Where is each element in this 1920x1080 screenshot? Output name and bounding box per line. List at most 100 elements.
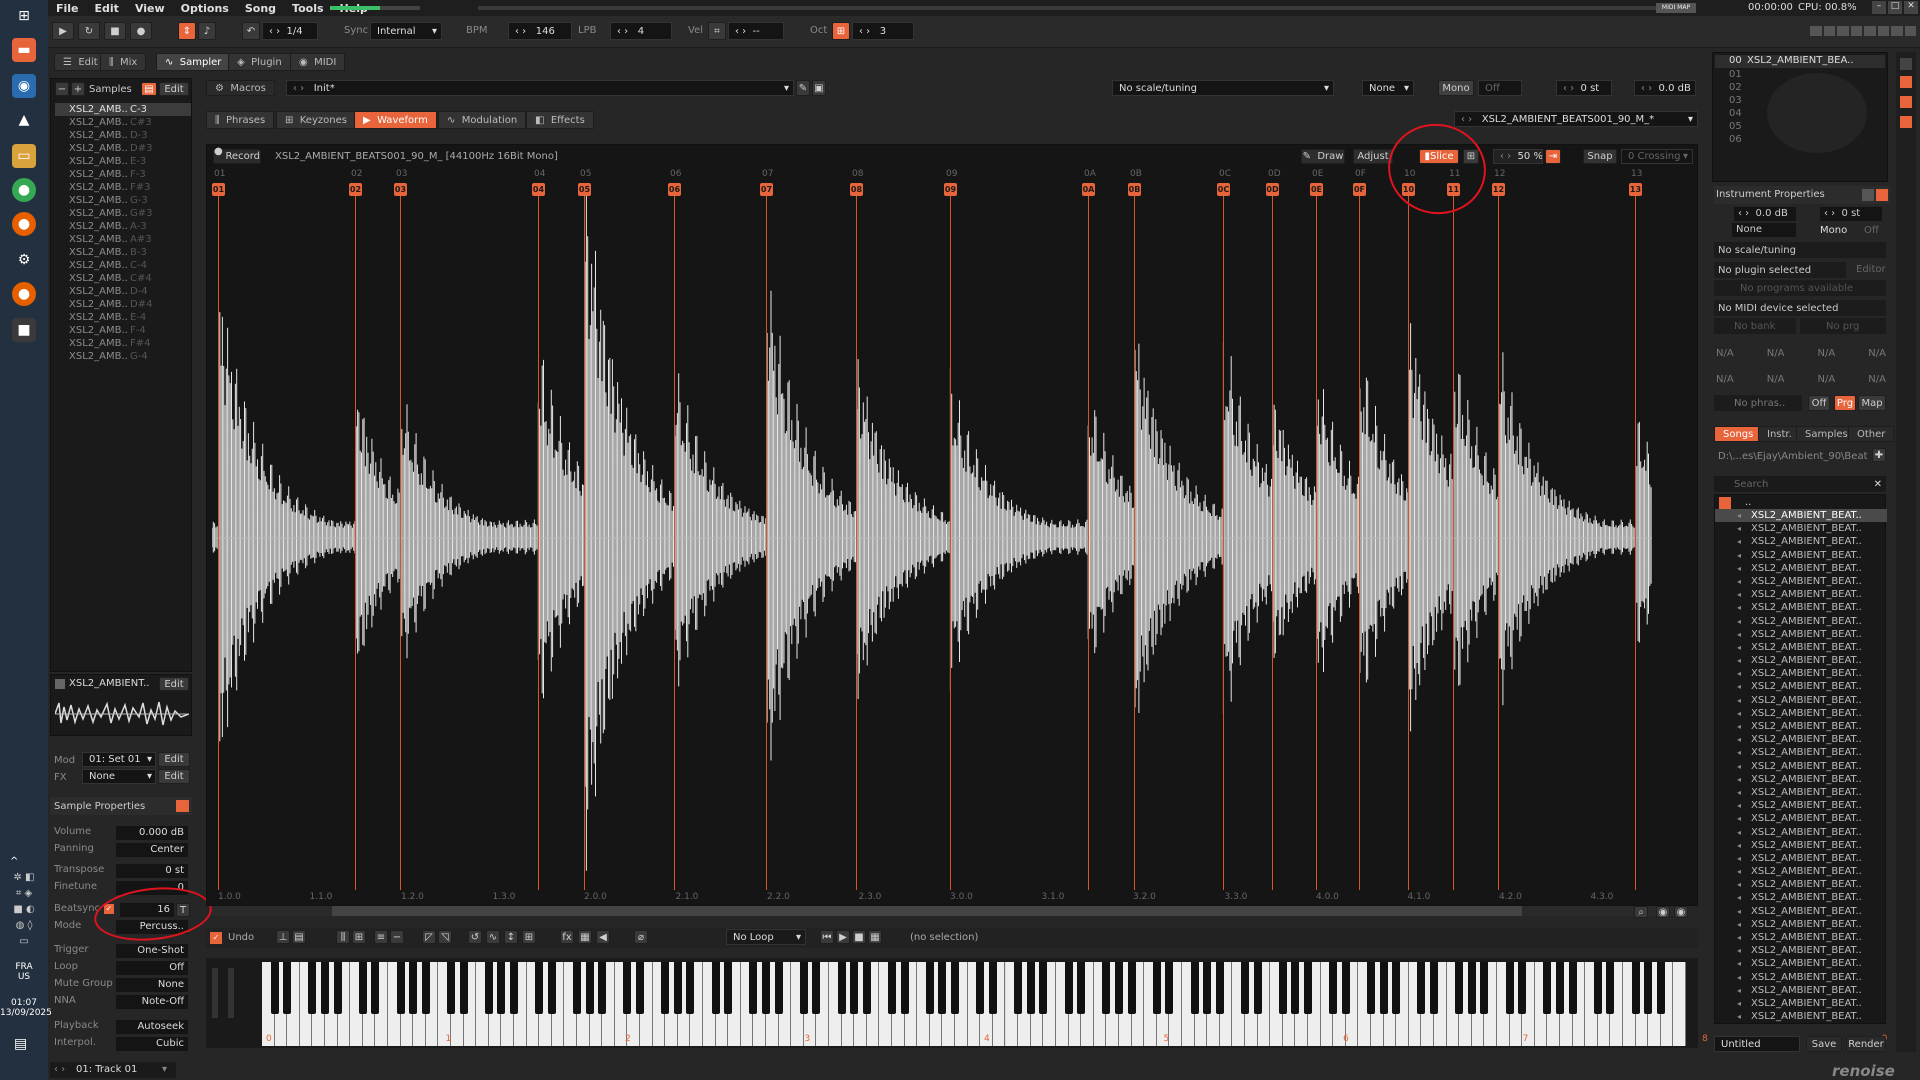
pattern-step-field[interactable]: ‹ › 1/4 <box>262 22 318 40</box>
play-sample-icon[interactable]: ▶ <box>836 930 850 944</box>
slice-line[interactable] <box>584 190 585 890</box>
waveform-scrollbar[interactable] <box>212 906 1686 916</box>
browser-file-item[interactable]: XSL2_AMBIENT_BEAT.. <box>1715 944 1887 957</box>
piano-black-key[interactable] <box>283 962 292 1014</box>
piano-black-key[interactable] <box>862 962 871 1014</box>
global-transpose-field[interactable]: ‹ › 0 st <box>1556 80 1612 96</box>
browser-file-item[interactable]: XSL2_AMBIENT_BEAT.. <box>1715 694 1887 707</box>
song-position-bar[interactable] <box>478 6 1688 10</box>
sample-list-item[interactable]: XSL2_AMB.. D-3 <box>55 129 191 142</box>
piano-black-key[interactable] <box>497 962 506 1014</box>
piano-black-key[interactable] <box>888 962 897 1014</box>
slice-marker[interactable]: 09 <box>944 183 957 196</box>
sample-prop-value[interactable]: None <box>116 978 188 992</box>
render-song-button[interactable]: Render <box>1846 1036 1886 1052</box>
stop-sample-icon[interactable]: ■ <box>852 930 866 944</box>
master-volume-slider[interactable] <box>330 6 420 10</box>
midi-program-select[interactable]: No prg <box>1800 318 1886 334</box>
piano-black-key[interactable] <box>333 962 342 1014</box>
menu-tools[interactable]: Tools <box>284 2 331 15</box>
tool-icon[interactable]: ≡ <box>374 930 388 944</box>
piano-black-key[interactable] <box>673 962 682 1014</box>
firefox-icon[interactable]: ● <box>12 212 36 236</box>
pitch-slider[interactable] <box>228 968 234 1018</box>
slice-line[interactable] <box>400 190 401 890</box>
browser-file-item[interactable]: XSL2_AMBIENT_BEAT.. <box>1715 1010 1887 1023</box>
piano-black-key[interactable] <box>1555 962 1564 1014</box>
piano-black-key[interactable] <box>661 962 670 1014</box>
tool-icon[interactable]: ↕ <box>504 930 518 944</box>
piano-black-key[interactable] <box>547 962 556 1014</box>
piano-black-key[interactable] <box>1392 962 1401 1014</box>
piano-black-key[interactable] <box>1203 962 1212 1014</box>
sample-list-item[interactable]: XSL2_AMB.. D-4 <box>55 285 191 298</box>
global-volume-field[interactable]: ‹ › 0.0 dB <box>1634 80 1696 96</box>
close-button[interactable]: ✕ <box>1904 1 1918 14</box>
adjust-button[interactable]: Adjust <box>1353 149 1393 164</box>
scale-key-select[interactable]: None ▾ <box>1362 80 1414 96</box>
mod-edit-button[interactable]: Edit <box>158 752 190 767</box>
sample-list-item[interactable]: XSL2_AMB.. F#4 <box>55 337 191 350</box>
settings-icon[interactable]: ⚙ <box>12 248 36 272</box>
samples-options-icon[interactable]: ▤ <box>141 82 157 96</box>
slice-marker[interactable]: 03 <box>394 183 407 196</box>
slice-line[interactable] <box>950 190 951 890</box>
macro-preset-select[interactable]: ‹ › Init* ▾ <box>286 80 794 96</box>
renoise-taskbar-icon[interactable]: ■ <box>12 318 36 342</box>
loop-mode-select[interactable]: No Loop ▾ <box>726 929 806 945</box>
zoom-icon[interactable]: ⌕ <box>1634 906 1648 918</box>
instrument-row[interactable]: 04 <box>1729 108 1742 121</box>
tab-effects[interactable]: ◧ Effects <box>526 111 594 129</box>
sample-list-item[interactable]: XSL2_AMB.. E-3 <box>55 155 191 168</box>
view-options2-icon[interactable]: ◉ <box>1674 906 1688 918</box>
midi-map-button[interactable]: MIDI MAP <box>1656 3 1696 13</box>
loop-sample-icon[interactable]: ▦ <box>868 930 882 944</box>
slice-line[interactable] <box>1498 190 1499 890</box>
sample-list-item[interactable]: XSL2_AMB.. E-4 <box>55 311 191 324</box>
browser-tab-other[interactable]: Other <box>1848 426 1895 442</box>
browser-file-item[interactable]: XSL2_AMBIENT_BEAT.. <box>1715 522 1887 535</box>
piano-black-key[interactable] <box>925 962 934 1014</box>
add-sample-button[interactable]: + <box>71 82 85 96</box>
sample-list-item[interactable]: XSL2_AMB.. F-3 <box>55 168 191 181</box>
piano-black-key[interactable] <box>1593 962 1602 1014</box>
instrument-row[interactable]: 03 <box>1729 95 1742 108</box>
slice-marker[interactable]: 0C <box>1217 183 1230 196</box>
piano-black-key[interactable] <box>988 962 997 1014</box>
piano-black-key[interactable] <box>1568 962 1577 1014</box>
browser-file-item[interactable]: XSL2_AMBIENT_BEAT.. <box>1715 733 1887 746</box>
tool-icon[interactable]: ⊥ <box>276 930 290 944</box>
browser-file-item[interactable]: XSL2_AMBIENT_BEAT.. <box>1715 628 1887 641</box>
piano-keyboard[interactable]: 0123456789 <box>262 962 1887 1046</box>
piano-black-key[interactable] <box>711 962 720 1014</box>
tab-waveform[interactable]: ▶ Waveform <box>354 111 437 129</box>
fx-chain-select[interactable]: None ▾ <box>82 769 156 784</box>
instrument-properties-collapse-icon[interactable] <box>1876 189 1888 201</box>
tool-icon[interactable]: ▦ <box>578 930 592 944</box>
remove-sample-button[interactable]: − <box>55 82 69 96</box>
piano-black-key[interactable] <box>1303 962 1312 1014</box>
piano-black-key[interactable] <box>1379 962 1388 1014</box>
piano-black-key[interactable] <box>938 962 947 1014</box>
sample-list-item[interactable]: XSL2_AMB.. D#3 <box>55 142 191 155</box>
piano-black-key[interactable] <box>1644 962 1653 1014</box>
menu-edit[interactable]: Edit <box>87 2 127 15</box>
waveform-display[interactable] <box>212 190 1692 890</box>
piano-black-key[interactable] <box>951 962 960 1014</box>
browser-file-item[interactable]: XSL2_AMBIENT_BEAT.. <box>1715 680 1887 693</box>
browser-file-item[interactable]: XSL2_AMBIENT_BEAT.. <box>1715 984 1887 997</box>
snap-toggle[interactable]: Snap <box>1583 149 1617 164</box>
slice-line[interactable] <box>218 190 219 890</box>
browser-file-item[interactable]: XSL2_AMBIENT_BEAT.. <box>1715 641 1887 654</box>
browser-tab-songs[interactable]: Songs <box>1714 426 1763 442</box>
sample-list-item[interactable]: XSL2_AMB.. G-4 <box>55 350 191 363</box>
sample-list-item[interactable]: XSL2_AMB.. G#3 <box>55 207 191 220</box>
slice-marker[interactable]: 08 <box>850 183 863 196</box>
metronome-button[interactable]: ♪ <box>198 22 216 40</box>
app-icon[interactable]: ▲ <box>12 108 36 132</box>
tab-edit[interactable]: ☰ Edit <box>54 53 107 71</box>
instrument-row[interactable]: 05 <box>1729 121 1742 134</box>
zoom-field[interactable]: ‹ › 50 % <box>1493 149 1543 164</box>
layout-preset-buttons[interactable] <box>1810 26 1916 36</box>
tab-phrases[interactable]: ⫼ Phrases <box>206 111 275 129</box>
